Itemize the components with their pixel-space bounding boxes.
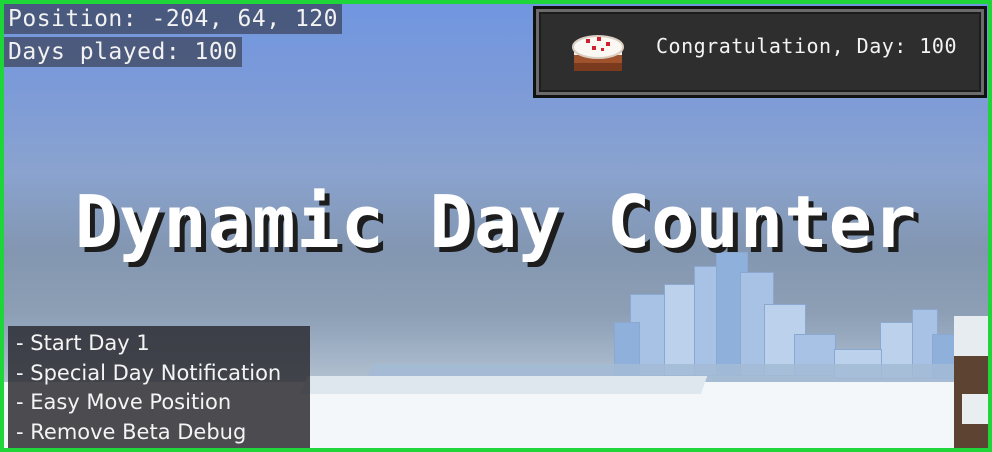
position-readout: Position: -204, 64, 120 xyxy=(4,4,342,34)
feature-item: - Special Day Notification xyxy=(16,360,282,385)
feature-item: - Start Day 1 xyxy=(16,331,150,355)
snow-shadow xyxy=(300,376,708,394)
feature-item: - Remove Beta Debug xyxy=(16,419,247,444)
main-title: Dynamic Day Counter xyxy=(74,180,918,264)
tree-snow-cap xyxy=(954,316,988,356)
notification-message: Congratulation, Day: 100 xyxy=(656,34,957,58)
cake-icon xyxy=(572,35,624,71)
feature-list-panel: - Start Day 1 - Special Day Notification… xyxy=(8,326,310,448)
tree-snow-block xyxy=(962,394,988,424)
feature-item: - Easy Move Position xyxy=(16,390,232,414)
feature-list: - Start Day 1 - Special Day Notification… xyxy=(8,326,310,447)
day-notification-toast: Congratulation, Day: 100 xyxy=(533,6,987,98)
days-played-readout: Days played: 100 xyxy=(4,37,242,67)
